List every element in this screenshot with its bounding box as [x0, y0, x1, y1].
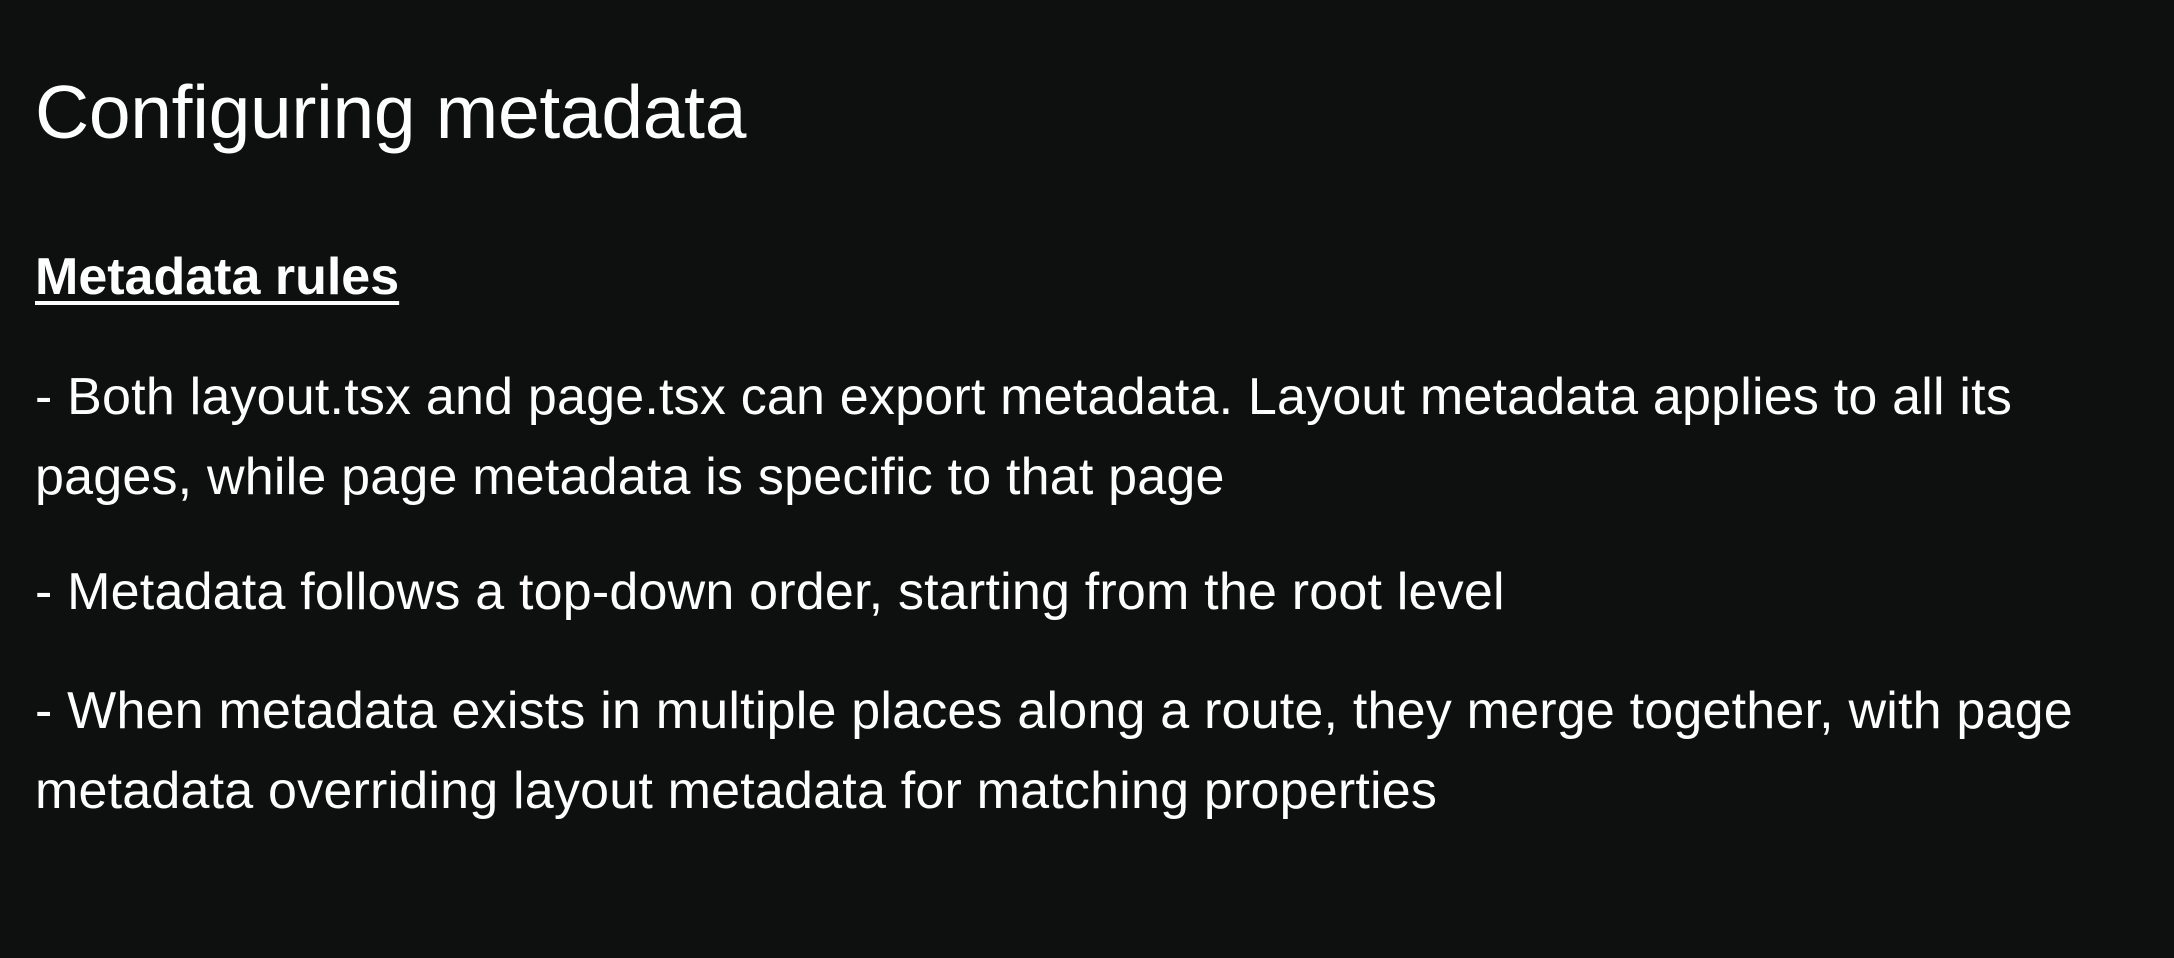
slide-title: Configuring metadata [35, 70, 747, 154]
rule-item: - Metadata follows a top-down order, sta… [35, 563, 1505, 621]
rule-item: - When metadata exists in multiple place… [35, 682, 2073, 820]
section-heading: Metadata rules [35, 248, 400, 306]
slide: Configuring metadata Metadata rules - Bo… [0, 0, 2174, 958]
rule-item: - Both layout.tsx and page.tsx can expor… [35, 368, 2013, 506]
